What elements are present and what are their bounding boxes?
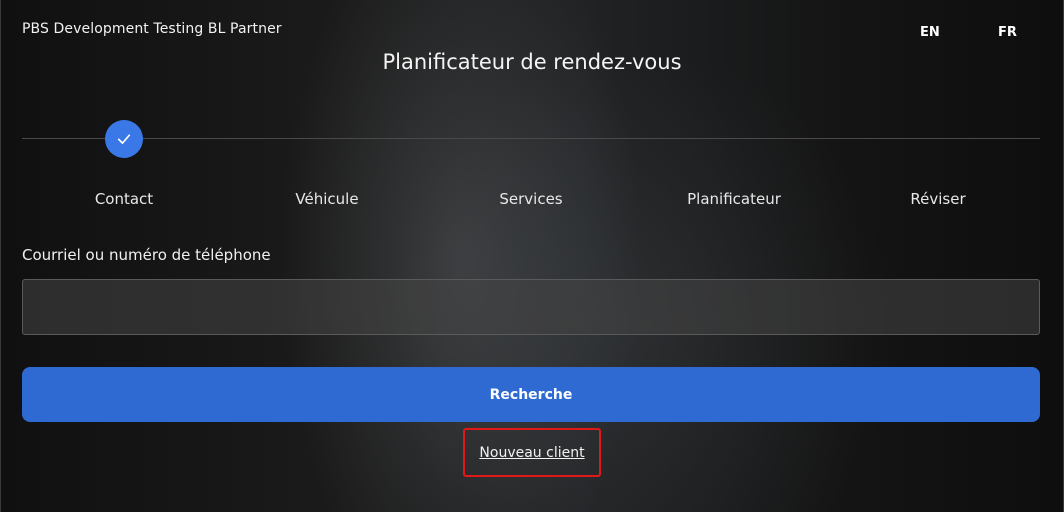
- step-label-reviser: Réviser: [910, 190, 966, 208]
- language-en-button[interactable]: EN: [920, 25, 940, 40]
- step-label-planificateur: Planificateur: [687, 190, 781, 208]
- step-contact-indicator: [105, 120, 143, 158]
- check-icon: [117, 134, 131, 144]
- language-fr-button[interactable]: FR: [998, 25, 1017, 40]
- step-label-contact: Contact: [94, 190, 154, 208]
- contact-input[interactable]: [22, 279, 1040, 335]
- page-title: Planificateur de rendez-vous: [382, 50, 682, 74]
- step-label-services: Services: [499, 190, 563, 208]
- stepper-track: [22, 138, 1040, 139]
- step-label-vehicule: Véhicule: [295, 190, 359, 208]
- contact-field-label: Courriel ou numéro de téléphone: [22, 246, 271, 264]
- new-client-highlight: Nouveau client: [463, 428, 601, 477]
- brand-name: PBS Development Testing BL Partner: [22, 21, 282, 37]
- search-button[interactable]: Recherche: [22, 367, 1040, 422]
- new-client-link[interactable]: Nouveau client: [479, 445, 584, 461]
